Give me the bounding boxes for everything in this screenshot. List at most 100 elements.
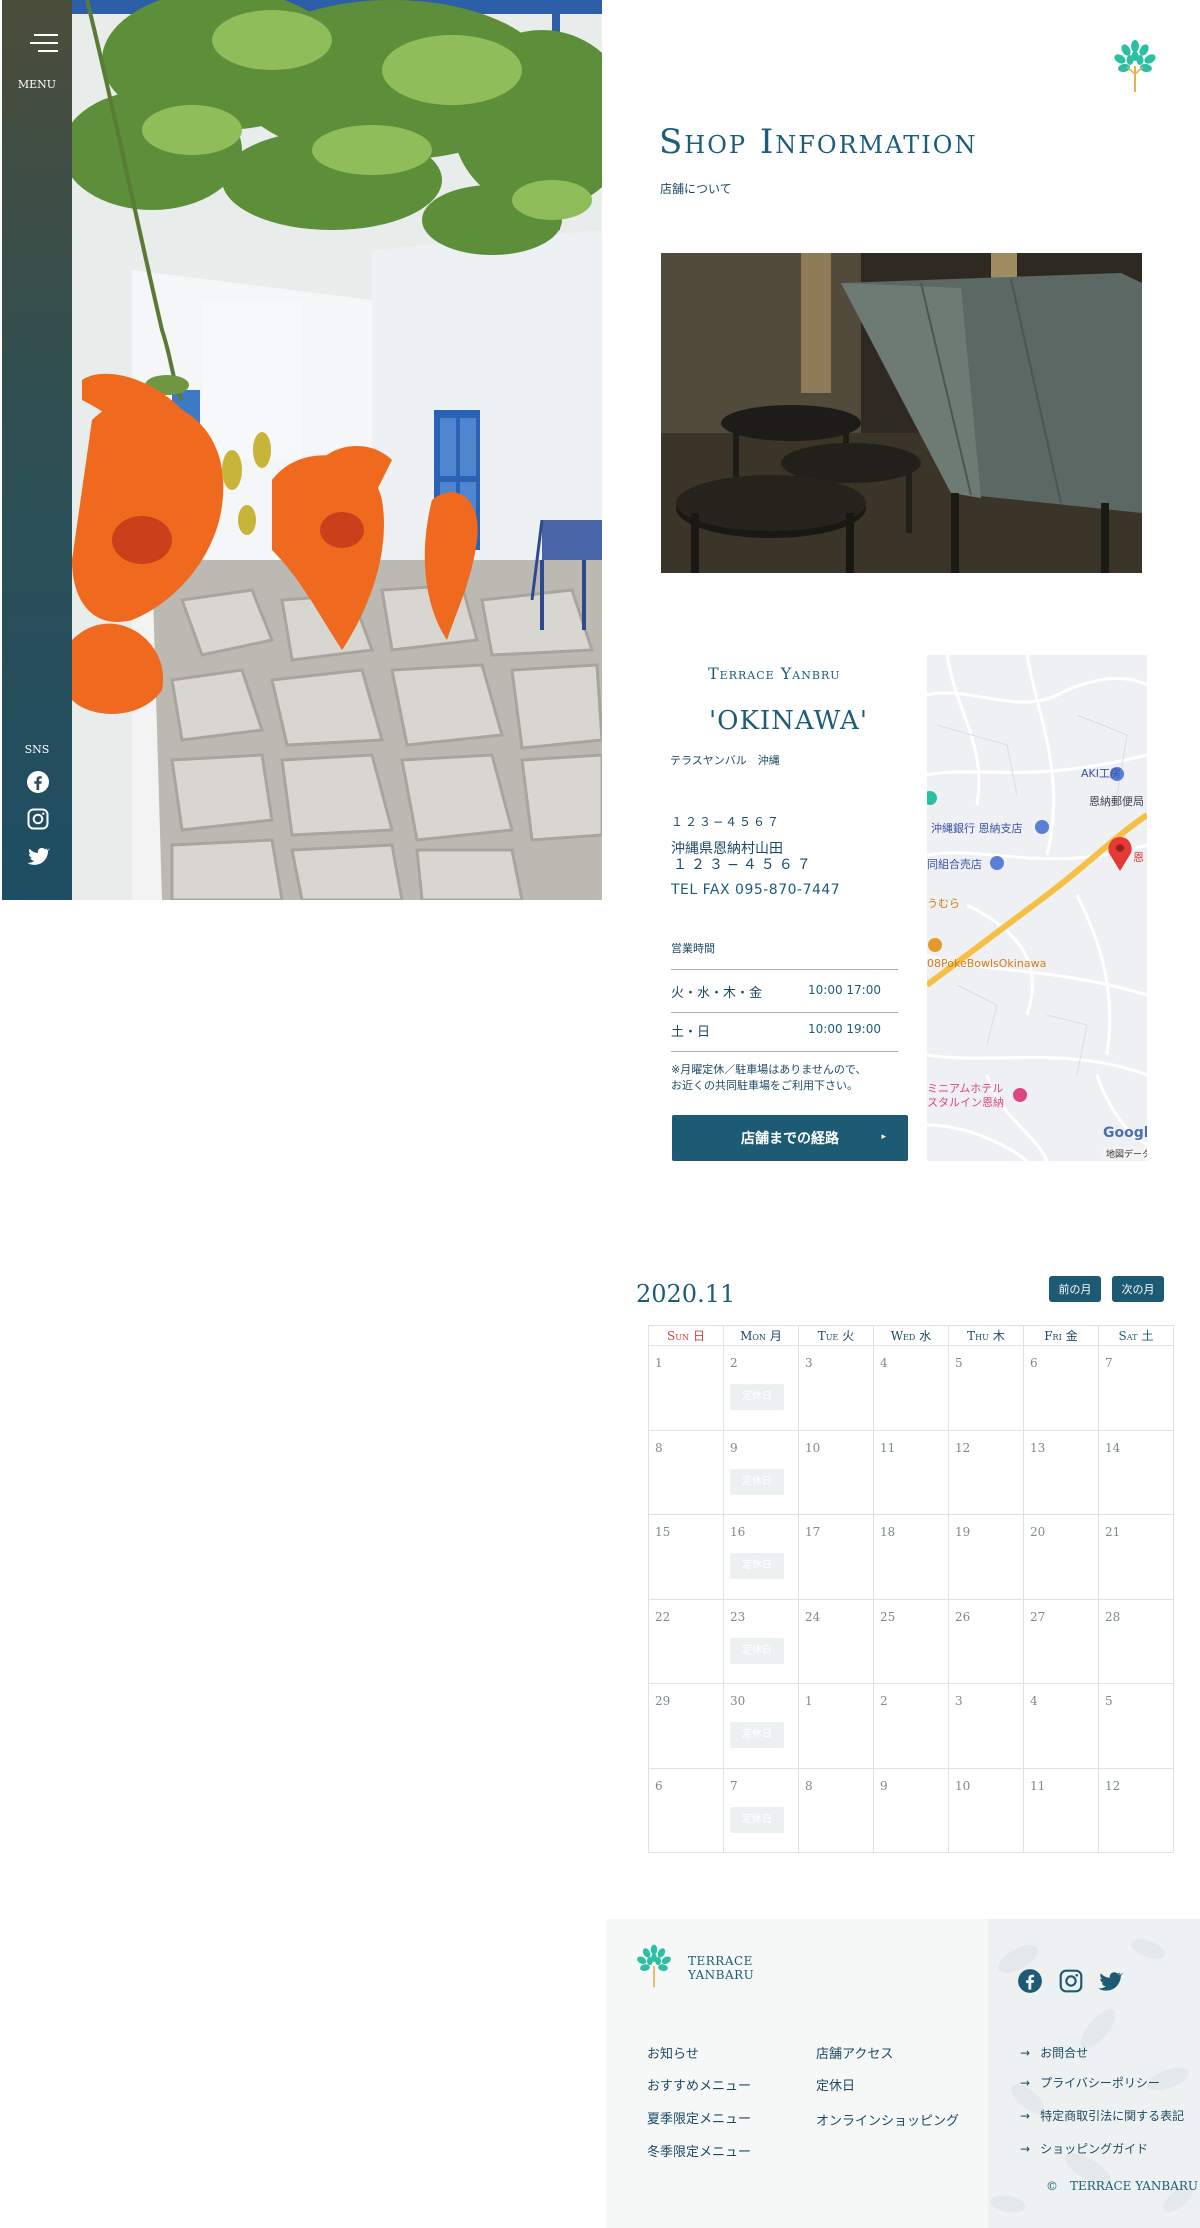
calendar-day-number: 20: [1030, 1525, 1046, 1539]
calendar-day-cell: 11: [1023, 1767, 1099, 1853]
footer-sublink-label: プライバシーポリシー: [1040, 2076, 1160, 2090]
calendar-day-cell: 5: [1098, 1683, 1174, 1769]
calendar-day-cell: 2: [873, 1683, 949, 1769]
footer-brand: TERRACE YANBARU: [688, 1954, 754, 1982]
calendar-day-cell: 12: [948, 1429, 1024, 1515]
calendar-day-number: 8: [655, 1440, 663, 1455]
calendar-week-row: 1 2 定休日 3 4 5 6 7: [648, 1345, 1174, 1431]
next-month-button[interactable]: 次の月: [1112, 1276, 1164, 1302]
footer-link-recommended[interactable]: おすすめメニュー: [647, 2075, 751, 2094]
calendar-day-number: 5: [955, 1356, 963, 1370]
calendar-day-cell: 9 定休日: [723, 1429, 799, 1515]
weekday-ja: 水: [919, 1329, 932, 1343]
prev-month-button[interactable]: 前の月: [1049, 1276, 1101, 1302]
calendar-day-cell: 29: [648, 1683, 724, 1769]
map-label: スタルイン恩納: [927, 1096, 1004, 1109]
calendar-table: Sun 日 Mon 月 Tue 火 Wed 水 Thu 木 Fri 金 Sat 土 1 2 定休日 3 4 5 6 7 8…: [648, 1325, 1174, 1853]
footer-link-privacy[interactable]: → プライバシーポリシー: [1020, 2074, 1160, 2091]
calendar-day-number: 18: [880, 1525, 896, 1539]
weekday-ja: 金: [1065, 1329, 1078, 1343]
calendar-day-number: 10: [955, 1778, 971, 1793]
map-label: 08PokeBowlsOkinawa: [927, 957, 1047, 970]
calendar-day-cell: 2 定休日: [723, 1345, 799, 1431]
facebook-icon[interactable]: [26, 770, 50, 794]
calendar-day-cell: 1: [798, 1683, 874, 1769]
weekday-ja: 木: [992, 1329, 1005, 1343]
twitter-icon[interactable]: [1097, 1968, 1123, 1994]
weekday-en: Tue: [817, 1329, 839, 1343]
calendar-day-number: 5: [1105, 1694, 1113, 1708]
shop-name-en: Terrace Yanbru: [708, 664, 841, 683]
table-stools-illustration: [661, 253, 1142, 573]
footer-link-tokushoho[interactable]: → 特定商取引法に関する表記: [1020, 2107, 1184, 2124]
footer-brand-line: YANBARU: [688, 1968, 755, 1982]
notice-text: ※月曜定休／駐車場はありませんので、 お近くの共同駐車場をご利用下さい。: [671, 1062, 911, 1094]
footer-link-winter[interactable]: 冬季限定メニュー: [647, 2141, 751, 2160]
instagram-icon[interactable]: [26, 807, 50, 831]
route-button[interactable]: 店舗までの経路 ▸: [672, 1115, 908, 1161]
calendar-day-cell: 1: [648, 1345, 724, 1431]
calendar-day-number: 6: [1030, 1356, 1038, 1370]
calendar-month: 2020.11: [636, 1280, 736, 1308]
footer-tree-logo-icon[interactable]: [634, 1943, 674, 1989]
footer-sublink-label: 特定商取引法に関する表記: [1040, 2109, 1185, 2123]
calendar-day-cell: 24: [798, 1598, 874, 1684]
map-data-credit[interactable]: 地図データ: [1103, 1147, 1147, 1160]
footer-sublink-label: ショッピングガイド: [1040, 2142, 1149, 2156]
facebook-icon[interactable]: [1017, 1968, 1043, 1994]
tel-fax: TEL FAX 095-870-7447: [671, 882, 841, 898]
sns-label: SNS: [24, 743, 50, 756]
calendar-day-cell: 5: [948, 1345, 1024, 1431]
calendar-day-number: 25: [880, 1609, 896, 1624]
calendar-day-number: 10: [805, 1440, 821, 1455]
calendar-day-number: 7: [730, 1778, 738, 1793]
calendar-day-number: 8: [805, 1778, 813, 1793]
twitter-icon[interactable]: [26, 844, 50, 868]
footer-link-online-shop[interactable]: オンラインショッピング: [816, 2110, 959, 2129]
calendar-day-number: 11: [880, 1440, 896, 1455]
footer-brand-line: TERRACE: [688, 1954, 753, 1968]
closed-day-badge: 定休日: [730, 1806, 784, 1833]
instagram-icon[interactable]: [1058, 1968, 1084, 1994]
closed-day-badge: 定休日: [730, 1384, 784, 1410]
weekday-ja: 火: [842, 1329, 855, 1343]
calendar-day-number: 2: [880, 1694, 888, 1708]
play-arrow-icon: ▸: [881, 1132, 886, 1142]
map-label: 恩納郵便局: [1089, 795, 1144, 808]
hours-time: 10:00 17:00: [808, 983, 881, 997]
calendar-day-cell: 4: [1023, 1683, 1099, 1769]
menu-button[interactable]: MENU: [2, 28, 72, 98]
footer-link-access[interactable]: 店舗アクセス: [816, 2043, 893, 2062]
calendar-day-number: 23: [730, 1609, 746, 1624]
calendar-day-cell: 16 定休日: [723, 1514, 799, 1600]
calendar-day-number: 12: [955, 1440, 971, 1455]
calendar-day-cell: 6: [648, 1767, 724, 1853]
weekday-ja: 月: [769, 1329, 782, 1343]
courtyard-illustration: [72, 0, 602, 900]
tree-logo-icon[interactable]: [1112, 38, 1158, 94]
map-label: 恩: [1133, 851, 1144, 864]
weekday-header: Mon 月: [723, 1325, 799, 1346]
page-subtitle: 店舗について: [660, 182, 732, 196]
calendar-day-number: 2: [730, 1356, 738, 1370]
footer-link-summer[interactable]: 夏季限定メニュー: [647, 2108, 751, 2127]
calendar-day-cell: 10: [948, 1767, 1024, 1853]
calendar-day-cell: 4: [873, 1345, 949, 1431]
google-map[interactable]: AKI工房 恩納郵便局 沖縄銀行 恩納支店 同組合売店 うむら 08PokeBo…: [927, 655, 1147, 1161]
calendar-day-number: 6: [655, 1778, 663, 1793]
calendar-day-cell: 21: [1098, 1514, 1174, 1600]
weekday-en: Thu: [967, 1329, 989, 1343]
calendar-day-cell: 9: [873, 1767, 949, 1853]
calendar-day-cell: 23 定休日: [723, 1598, 799, 1684]
footer-link-news[interactable]: お知らせ: [647, 2043, 699, 2062]
footer-link-contact[interactable]: → お問合せ: [1020, 2044, 1088, 2061]
divider: [671, 1051, 898, 1052]
calendar-day-number: 3: [955, 1694, 963, 1708]
weekday-en: Fri: [1044, 1329, 1062, 1343]
footer-link-shopping-guide[interactable]: → ショッピングガイド: [1020, 2140, 1148, 2157]
calendar-day-cell: 30 定休日: [723, 1683, 799, 1769]
closed-day-badge: 定休日: [730, 1637, 784, 1664]
calendar-day-number: 27: [1030, 1609, 1046, 1624]
calendar-day-cell: 12: [1098, 1767, 1174, 1853]
footer-link-holidays[interactable]: 定休日: [816, 2075, 855, 2094]
